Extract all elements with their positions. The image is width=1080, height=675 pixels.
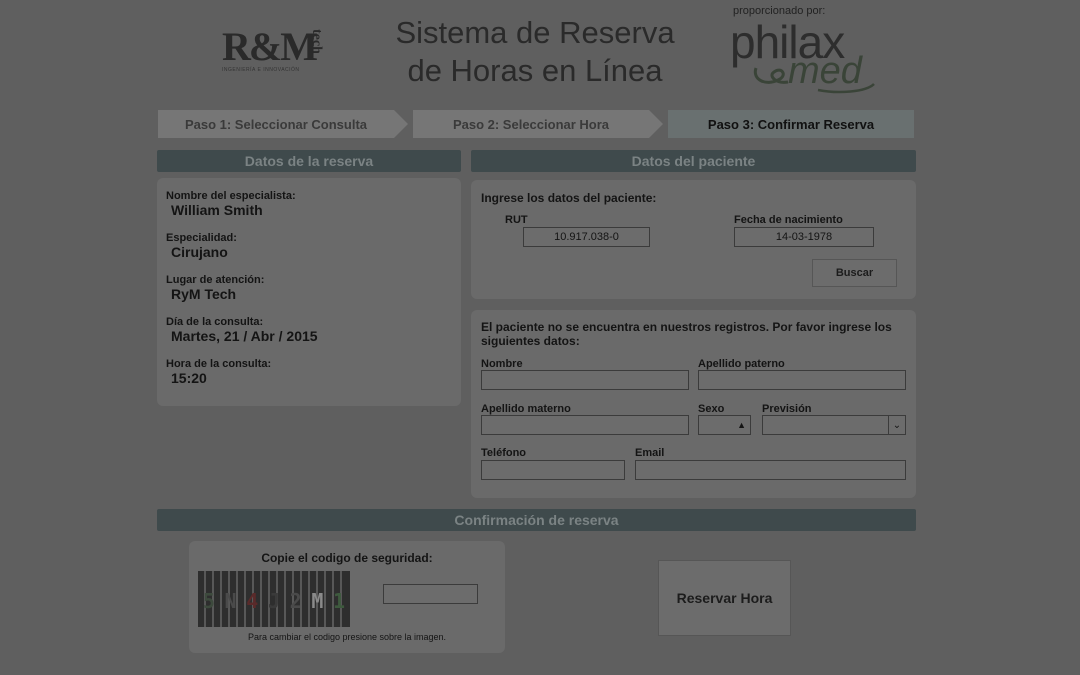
captcha-hint: Para cambiar el codigo presione sobre la… xyxy=(247,632,447,642)
rm-tech-logo: R&M tech INGENIERÍA E INNOVACIÓN xyxy=(222,27,332,75)
dob-label: Fecha de nacimiento xyxy=(734,214,843,226)
date-value: Martes, 21 / Abr / 2015 xyxy=(171,328,318,344)
location-value: RyM Tech xyxy=(171,286,237,302)
page-title-line1: Sistema de Reserva xyxy=(395,15,675,50)
step-3-label: Paso 3: Confirmar Reserva xyxy=(707,116,875,132)
chevron-down-icon: ⌄ xyxy=(888,416,905,434)
telefono-label: Teléfono xyxy=(481,447,527,459)
email-label: Email xyxy=(635,447,665,459)
time-label: Hora de la consulta: xyxy=(166,358,272,370)
time-value: 15:20 xyxy=(171,370,207,386)
specialist-value: William Smith xyxy=(171,202,263,218)
specialty-field: Especialidad: Cirujano xyxy=(166,232,237,260)
step-1-arrow xyxy=(394,110,408,138)
sexo-stepper-icon: ▲ xyxy=(737,420,746,430)
reservation-header: Datos de la reserva xyxy=(157,150,461,172)
specialist-field: Nombre del especialista: William Smith xyxy=(166,190,296,218)
captcha-input[interactable] xyxy=(383,584,478,604)
sexo-label: Sexo xyxy=(698,403,725,415)
date-field: Día de la consulta: Martes, 21 / Abr / 2… xyxy=(166,316,318,344)
captcha-image[interactable]: 5 N 4 J 2 M 1 xyxy=(198,571,350,627)
step-1: Paso 1: Seleccionar Consulta xyxy=(158,110,394,138)
patient-search-prompt: Ingrese los datos del paciente: xyxy=(481,191,657,205)
captcha-char: 2 xyxy=(289,589,302,613)
apellido-materno-label: Apellido materno xyxy=(481,403,571,415)
captcha-char: M xyxy=(311,589,324,613)
specialty-value: Cirujano xyxy=(171,244,228,260)
apellido-paterno-label: Apellido paterno xyxy=(698,358,785,370)
apellido-paterno-input[interactable] xyxy=(698,370,906,390)
captcha-char: 4 xyxy=(246,589,259,613)
captcha-char: J xyxy=(267,589,280,613)
prevision-label: Previsión xyxy=(762,403,812,415)
nombre-label: Nombre xyxy=(481,358,523,370)
reserve-button[interactable]: Reservar Hora xyxy=(658,560,791,636)
rm-logo-tech: tech xyxy=(309,29,324,54)
confirmation-header-title: Confirmación de reserva xyxy=(454,512,619,528)
search-button[interactable]: Buscar xyxy=(812,259,897,287)
specialist-label: Nombre del especialista: xyxy=(166,190,296,202)
search-button-label: Buscar xyxy=(835,267,874,279)
location-field: Lugar de atención: RyM Tech xyxy=(166,274,264,302)
med-logo-text: med xyxy=(788,50,862,92)
step-3: Paso 3: Confirmar Reserva xyxy=(668,110,914,138)
captcha-prompt: Copie el codigo de seguridad: xyxy=(261,551,433,565)
specialty-label: Especialidad: xyxy=(166,232,237,244)
page-title: Sistema de Reserva de Horas en Línea xyxy=(370,14,700,90)
apellido-materno-input[interactable] xyxy=(481,415,689,435)
captcha-char: N xyxy=(224,589,237,613)
step-1-label: Paso 1: Seleccionar Consulta xyxy=(184,116,368,132)
reservation-header-title: Datos de la reserva xyxy=(244,153,374,169)
reserve-button-label: Reservar Hora xyxy=(676,590,773,606)
dob-input[interactable]: 14-03-1978 xyxy=(734,227,874,247)
patient-header: Datos del paciente xyxy=(471,150,916,172)
step-2: Paso 2: Seleccionar Hora xyxy=(413,110,649,138)
patient-header-title: Datos del paciente xyxy=(631,153,756,169)
email-input[interactable] xyxy=(635,460,906,480)
sexo-select[interactable]: ▲ xyxy=(698,415,751,435)
page-title-line2: de Horas en Línea xyxy=(407,53,663,88)
step-2-arrow xyxy=(649,110,663,138)
date-label: Día de la consulta: xyxy=(166,316,264,328)
captcha-char: 5 xyxy=(202,589,215,613)
rut-label: RUT xyxy=(505,214,528,226)
prevision-select[interactable]: ⌄ xyxy=(762,415,906,435)
rut-input[interactable]: 10.917.038-0 xyxy=(523,227,650,247)
confirmation-header: Confirmación de reserva xyxy=(157,509,916,531)
telefono-input[interactable] xyxy=(481,460,625,480)
patient-not-found-message: El paciente no se encuentra en nuestros … xyxy=(481,320,892,348)
captcha-text: 5 N 4 J 2 M 1 xyxy=(198,589,350,613)
nombre-input[interactable] xyxy=(481,370,689,390)
rm-logo-subtitle: INGENIERÍA E INNOVACIÓN xyxy=(222,67,300,73)
captcha-char: 1 xyxy=(333,589,346,613)
step-2-label: Paso 2: Seleccionar Hora xyxy=(452,116,610,132)
time-field: Hora de la consulta: 15:20 xyxy=(166,358,271,386)
location-label: Lugar de atención: xyxy=(166,274,265,286)
